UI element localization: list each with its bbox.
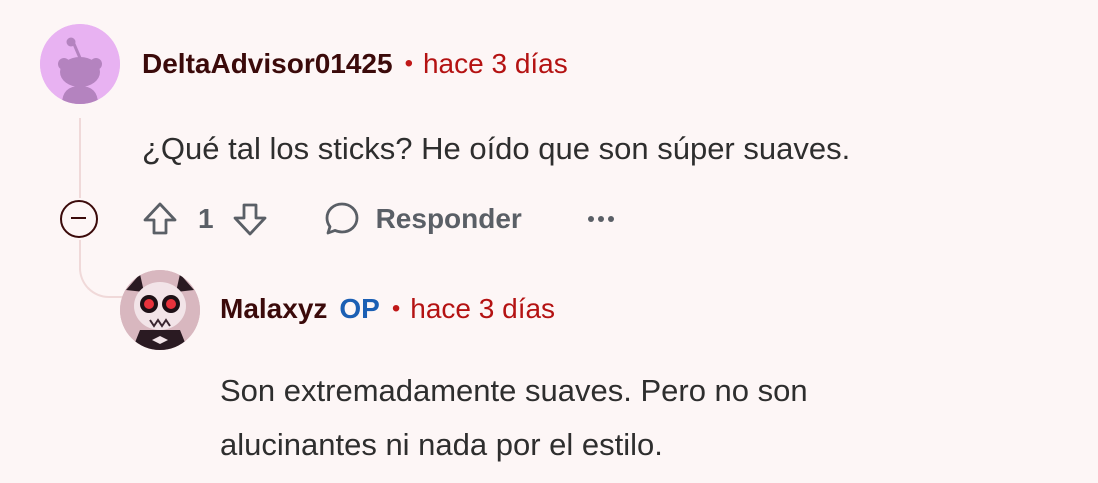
arrow-down-icon[interactable] <box>230 199 270 239</box>
reddit-snoo-avatar-icon <box>40 24 120 104</box>
op-badge: OP <box>339 293 380 324</box>
arrow-up-icon[interactable] <box>140 199 180 239</box>
comment-body: ¿Qué tal los sticks? He oído que son súp… <box>142 131 851 166</box>
comment-body-line: Son extremadamente suaves. Pero no son <box>220 373 808 408</box>
speech-bubble-icon <box>325 202 358 235</box>
reply-button[interactable]: Responder <box>322 199 522 239</box>
collapse-button[interactable] <box>60 200 98 238</box>
comment-body: Son extremadamente suaves. Pero no son a… <box>220 364 940 472</box>
comment-thread: DeltaAdvisor01425 • hace 3 días ¿Qué tal… <box>0 0 1098 483</box>
username[interactable]: DeltaAdvisor01425 <box>142 48 393 80</box>
vote-score: 1 <box>198 203 214 234</box>
separator-dot: • <box>391 295 401 322</box>
more-options-button[interactable] <box>586 199 616 239</box>
timestamp[interactable]: hace 3 días <box>423 48 568 80</box>
skull-character-avatar <box>120 270 200 350</box>
timestamp[interactable]: hace 3 días <box>410 293 555 325</box>
reply-connector-line <box>79 262 125 298</box>
comment-header: Malaxyz OP • hace 3 días <box>220 293 555 325</box>
action-bar: 1 Responder <box>140 196 616 242</box>
comment-body-line: alucinantes ni nada por el estilo. <box>220 427 663 462</box>
comment-header: DeltaAdvisor01425 • hace 3 días <box>142 48 568 80</box>
username[interactable]: Malaxyz <box>220 293 327 325</box>
reply-label: Responder <box>375 203 522 234</box>
avatar[interactable] <box>120 270 200 350</box>
avatar[interactable] <box>40 24 120 104</box>
thread-line[interactable] <box>79 118 81 198</box>
ellipsis-icon <box>587 216 614 222</box>
separator-dot: • <box>404 50 413 77</box>
